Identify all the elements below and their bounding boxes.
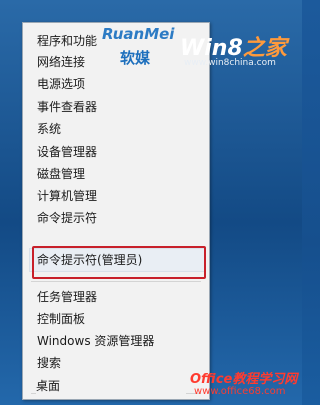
office-title: Office教程学习网 <box>190 372 298 387</box>
menu-item-search[interactable]: 搜索 <box>37 353 61 373</box>
ruanmei-logo-cn: 软媒 <box>120 49 151 67</box>
menu-item-system[interactable]: 系统 <box>37 119 61 139</box>
win8-url: www.win8china.com <box>184 58 276 68</box>
menu-item-disk-management[interactable]: 磁盘管理 <box>37 164 85 184</box>
menu-separator <box>31 281 201 282</box>
menu-item-desktop[interactable]: 桌面 <box>36 376 186 396</box>
winx-context-menu: 程序和功能 网络连接 电源选项 事件查看器 系统 设备管理器 磁盘管理 计算机管… <box>22 22 210 400</box>
ruanmei-logo-text: RuanMei <box>102 25 175 43</box>
office68-watermark: Office教程学习网 www.office68.com <box>190 368 300 404</box>
annotation-red-box <box>32 246 206 279</box>
menu-item-network-connections[interactable]: 网络连接 <box>37 52 85 72</box>
menu-item-control-panel[interactable]: 控制面板 <box>37 309 85 329</box>
office-url: www.office68.com <box>194 386 286 397</box>
menu-item-computer-management[interactable]: 计算机管理 <box>37 186 97 206</box>
menu-item-event-viewer[interactable]: 事件查看器 <box>37 97 97 117</box>
menu-item-file-explorer[interactable]: Windows 资源管理器 <box>37 331 154 351</box>
menu-item-device-manager[interactable]: 设备管理器 <box>37 142 97 162</box>
menu-item-programs-features[interactable]: 程序和功能 <box>37 31 97 51</box>
win8china-watermark: Win8之家 www.win8china.com <box>180 30 300 70</box>
ruanmei-watermark: RuanMei 软媒 <box>102 25 192 75</box>
menu-item-command-prompt[interactable]: 命令提示符 <box>37 208 97 228</box>
menu-item-power-options[interactable]: 电源选项 <box>37 74 85 94</box>
menu-item-task-manager[interactable]: 任务管理器 <box>37 287 97 307</box>
